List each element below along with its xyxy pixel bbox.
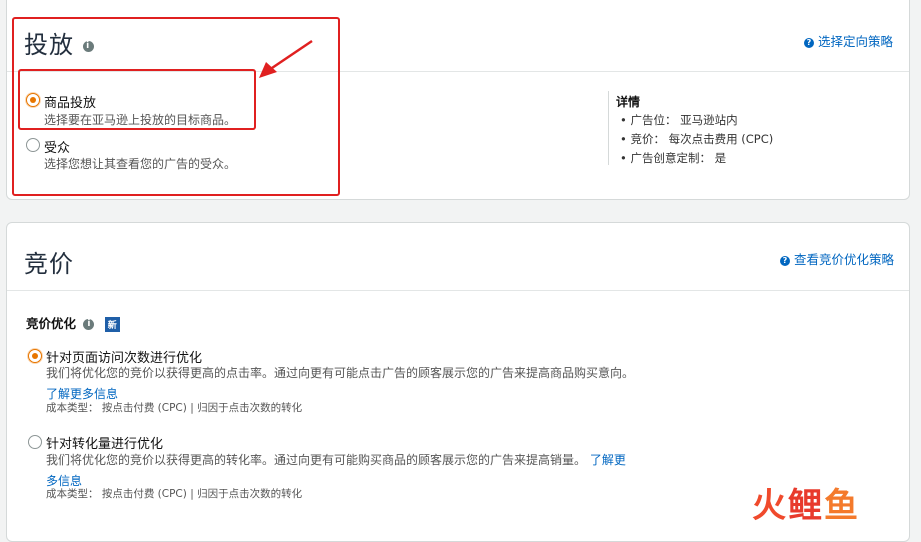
details-divider: [608, 91, 609, 165]
help-icon: ?: [804, 37, 814, 48]
watermark-logo: 火鲤鱼: [752, 486, 860, 526]
new-badge: 新: [104, 317, 120, 332]
detail-item: • 广告创意定制： 是: [620, 151, 727, 165]
detail-item: • 竞价： 每次点击费用 (CPC): [620, 132, 774, 146]
bid-optimization-label: 竞价优化: [26, 316, 77, 331]
view-bid-strategy-link[interactable]: ? 查看竞价优化策略: [780, 249, 894, 268]
view-bid-strategy-label: 查看竞价优化策略: [794, 252, 895, 267]
info-icon[interactable]: i: [83, 319, 95, 330]
cost-type: 成本类型： 按点击付费 (CPC) | 归因于点击次数的转化: [46, 488, 303, 500]
radio-optimize-page-visits[interactable]: [28, 349, 42, 363]
option-desc-page-visits: 我们将优化您的竞价以获得更高的点击率。通过向更有可能点击广告的顾客展示您的广告来…: [46, 366, 635, 401]
select-targeting-strategy-link[interactable]: ? 选择定向策略: [804, 31, 893, 50]
bidding-title: 竞价: [24, 250, 74, 278]
radio-optimize-conversions[interactable]: [28, 435, 42, 449]
divider: [7, 290, 909, 291]
select-targeting-strategy-label: 选择定向策略: [818, 34, 894, 49]
bid-optimization-heading: 竞价优化 i 新: [26, 313, 120, 332]
annotation-arrow-icon: [259, 39, 313, 78]
learn-more-link[interactable]: 了解更多信息: [46, 387, 118, 401]
help-icon: ?: [780, 255, 790, 266]
annotation-box-inner: [18, 69, 256, 130]
details-title: 详情: [616, 95, 641, 109]
detail-item: • 广告位： 亚马逊站内: [620, 113, 738, 127]
cost-type: 成本类型： 按点击付费 (CPC) | 归因于点击次数的转化: [46, 402, 303, 414]
